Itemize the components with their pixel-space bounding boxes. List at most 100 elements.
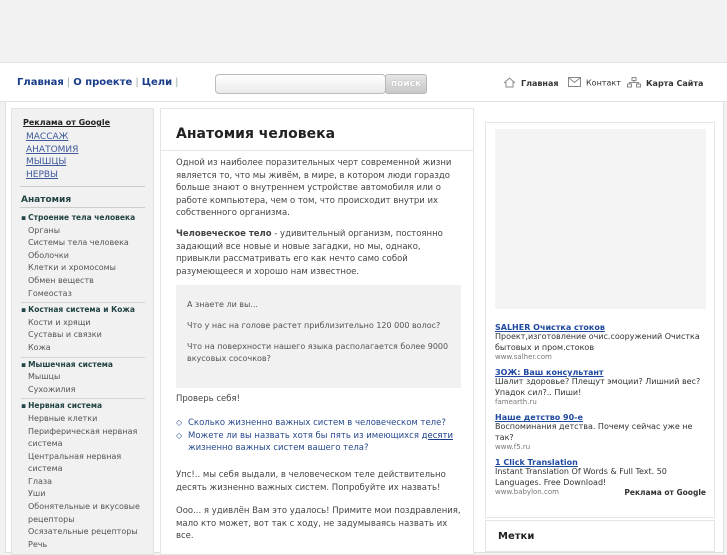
ad-description: Instant Translation Of Words & Full Text… <box>495 467 667 487</box>
sidebar-ads-title[interactable]: Реклама от Google <box>23 118 110 127</box>
sidebar-item[interactable]: Оболочки <box>21 250 145 263</box>
ad-description: Проект,изготовление очис.сооружений Очис… <box>495 332 700 352</box>
home-icon <box>503 77 516 90</box>
sidebar-item[interactable]: Нервные клетки <box>21 413 145 426</box>
triangle-right-icon: ▪ <box>21 401 27 411</box>
sidebar-item[interactable]: Сухожилия <box>21 384 145 397</box>
sidebar-heading: Анатомия <box>21 195 72 205</box>
top-banner-area <box>0 0 727 62</box>
list-item-link[interactable]: десяти <box>422 431 453 441</box>
sidebar-item[interactable]: Суставы и связки <box>21 329 145 342</box>
sidebar-section-muscles[interactable]: ▪ Мышечная система <box>21 359 145 372</box>
sidebar-section-structure[interactable]: ▪ Строение тела человека <box>21 212 145 225</box>
nav-about-link[interactable]: О проекте <box>73 77 132 88</box>
ad-title[interactable]: Наше детство 90-е <box>495 413 710 422</box>
main-content: Анатомия человека Одной из наиболее пора… <box>160 108 474 555</box>
divider <box>161 150 473 151</box>
google-ads: SALHER Очистка стоков Проект,изготовлени… <box>495 323 710 503</box>
sidebar-item[interactable]: Глаза <box>21 476 145 489</box>
body-paragraph-bold: Человеческое тело <box>176 229 272 239</box>
divider <box>21 356 145 358</box>
sidebar-section-label: Мышечная система <box>28 359 113 369</box>
ad-item[interactable]: Наше детство 90-е Воспоминания детства. … <box>495 413 710 451</box>
sidebar-item[interactable]: Клетки и хромосомы <box>21 262 145 275</box>
ad-description: Воспоминания детства. Почему сейчас уже … <box>495 422 693 442</box>
right-nav-contact-label: Контакт <box>586 78 621 88</box>
right-nav-sitemap[interactable]: Карта Сайта <box>627 77 703 90</box>
divider <box>20 207 145 208</box>
sidebar-item[interactable]: Мышцы <box>21 371 145 384</box>
check-yourself-text: Проверь себя! <box>176 394 240 404</box>
triangle-right-icon: ▪ <box>21 359 27 369</box>
sidebar-item[interactable]: Гомеостаз <box>21 288 145 301</box>
quote-heading: А знаете ли вы... <box>187 300 258 309</box>
sidebar-item[interactable]: Речь <box>21 539 145 552</box>
right-nav-contact[interactable]: Контакт <box>568 77 621 89</box>
divider <box>21 398 145 400</box>
list-item[interactable]: Сколько жизненно важных систем в человеч… <box>176 417 466 430</box>
sidebar-section-skeleton[interactable]: ▪ Костная система и Кожа <box>21 304 145 317</box>
sidebar-section-label: Нервная система <box>28 401 103 411</box>
sidebar-section-label: Строение тела человека <box>28 213 136 222</box>
ad-url: www.salher.com <box>495 353 552 361</box>
right-nav-sitemap-label: Карта Сайта <box>646 79 704 88</box>
quote-fact: Что на поверхности нашего языка располаг… <box>187 342 449 363</box>
sidebar-item[interactable]: Обонятельные и вкусовые рецепторы <box>21 501 145 526</box>
ad-title[interactable]: SALHER Очистка стоков <box>495 323 710 332</box>
left-sidebar: Реклама от Google МАССАЖ АНАТОМИЯ МЫШЦЫ … <box>11 108 154 555</box>
divider <box>21 302 145 304</box>
sidebar-item[interactable]: Центральная нервная система <box>21 451 145 476</box>
sidebar-menu: ▪ Строение тела человека Органы Системы т… <box>21 212 145 551</box>
nav-separator: | <box>66 77 71 88</box>
sidebar-section-nerves[interactable]: ▪ Нервная система <box>21 400 145 413</box>
did-you-know-box: А знаете ли вы... Что у нас на голове ра… <box>176 285 461 388</box>
sidebar-item[interactable]: Системы тела человека <box>21 237 145 250</box>
nav-goals-link[interactable]: Цели <box>142 77 172 88</box>
question-list: Сколько жизненно важных систем в человеч… <box>176 417 466 455</box>
envelope-icon <box>568 77 581 89</box>
ad-title[interactable]: ЗОЖ: Ваш консультант <box>495 368 710 377</box>
sitemap-icon <box>627 77 641 90</box>
divider <box>20 186 145 187</box>
right-nav-home-label: Главная <box>521 79 559 88</box>
triangle-right-icon: ▪ <box>21 213 27 222</box>
sidebar-item[interactable]: Органы <box>21 225 145 238</box>
triangle-right-icon: ▪ <box>21 305 27 315</box>
intro-paragraph: Одной из наиболее поразительных черт сов… <box>176 158 452 218</box>
ad-url: famearth.ru <box>495 398 537 406</box>
ad-item[interactable]: SALHER Очистка стоков Проект,изготовлени… <box>495 323 710 361</box>
sidebar-section-label: Костная система и Кожа <box>28 305 135 315</box>
search-input[interactable] <box>215 74 386 94</box>
nav-separator: | <box>175 77 179 88</box>
ad-description: Шалит здоровье? Плещут эмоции? Лишний ве… <box>495 377 701 397</box>
nav-separator: | <box>135 77 139 88</box>
sidebar-ad-link[interactable]: МЫШЦЫ <box>26 156 78 169</box>
list-item-text: Можете ли вы назвать хотя бы пять из име… <box>188 430 422 441</box>
body-paragraph: Человеческое тело - удивительный организ… <box>176 228 463 278</box>
sidebar-item[interactable]: Уши <box>21 488 145 501</box>
ad-url: www.f5.ru <box>495 443 531 451</box>
tags-title: Метки <box>498 531 535 542</box>
quote-fact: Что у нас на голове растет приблизительн… <box>187 321 441 330</box>
right-sidebar: SALHER Очистка стоков Проект,изготовлени… <box>485 122 715 518</box>
ad-placeholder <box>495 129 706 309</box>
sidebar-item[interactable]: Кожа <box>21 342 145 355</box>
sidebar-item[interactable]: Кости и хрящи <box>21 317 145 330</box>
right-nav-home[interactable]: Главная <box>503 77 558 90</box>
sidebar-ad-links: МАССАЖ АНАТОМИЯ МЫШЦЫ НЕРВЫ <box>26 131 78 181</box>
ad-item[interactable]: ЗОЖ: Ваш консультант Шалит здоровье? Пле… <box>495 368 710 406</box>
navigation-bar: Главная | О проекте | Цели | поиск Главная Ко… <box>0 62 727 102</box>
nav-home-link[interactable]: Главная <box>17 77 64 88</box>
list-item-text: жизненно важных систем вашего тела? <box>188 443 369 453</box>
search-button[interactable]: поиск <box>385 74 427 94</box>
sidebar-ad-link[interactable]: МАССАЖ <box>26 131 78 144</box>
sidebar-item[interactable]: Обмен веществ <box>21 275 145 288</box>
answer-paragraph: Упс!.. мы себя выдали, в человеческом те… <box>176 470 446 493</box>
list-item[interactable]: Можете ли вы назвать хотя бы пять из име… <box>176 430 466 455</box>
sidebar-ad-link[interactable]: НЕРВЫ <box>26 169 78 182</box>
ads-by-google-label[interactable]: Реклама от Google <box>624 488 706 497</box>
ad-title[interactable]: 1 Click Translation <box>495 458 710 467</box>
sidebar-item[interactable]: Периферическая нервная система <box>21 426 145 451</box>
sidebar-ad-link[interactable]: АНАТОМИЯ <box>26 144 78 157</box>
sidebar-item[interactable]: Осязательные рецепторы <box>21 526 145 539</box>
